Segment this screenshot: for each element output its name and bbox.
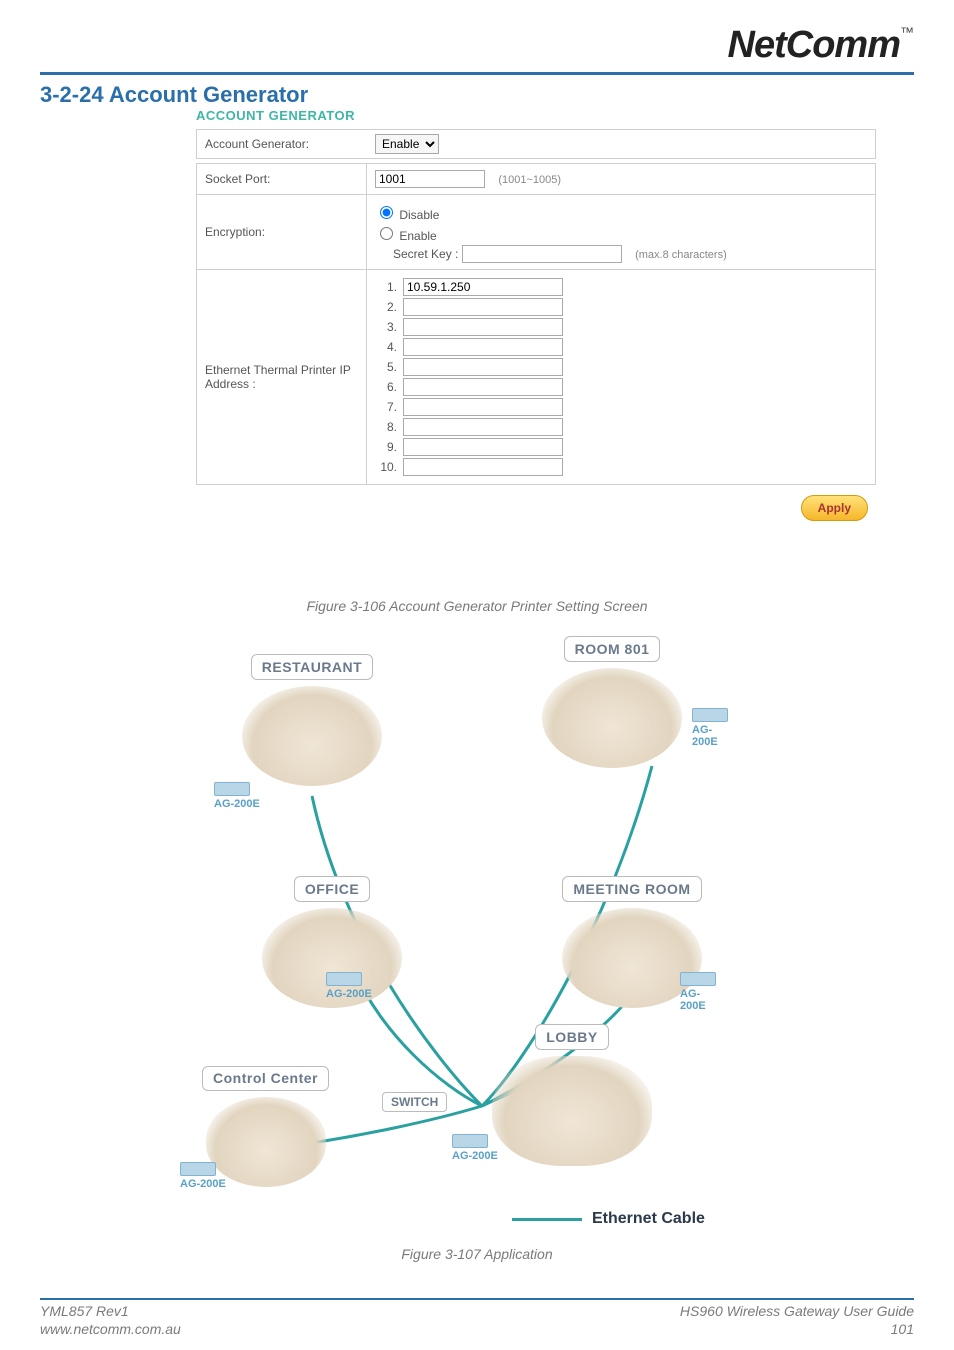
device-label: AG-200E	[180, 1178, 226, 1190]
device-box-icon	[214, 782, 250, 796]
encryption-enable-radio[interactable]	[380, 227, 393, 240]
application-illustration: RESTAURANT AG-200E ROOM 801 AG-200E OFFI…	[182, 636, 782, 1236]
ip-idx-5: 5.	[375, 360, 397, 374]
encryption-cell: Disable Enable Secret Key : (max.8 chara…	[367, 195, 876, 270]
ip-idx-4: 4.	[375, 340, 397, 354]
footer-rule	[40, 1298, 914, 1300]
ip-input-5[interactable]	[403, 358, 563, 376]
secret-key-hint: (max.8 characters)	[635, 249, 727, 261]
account-generator-select[interactable]: Enable	[375, 134, 439, 154]
ip-idx-1: 1.	[375, 280, 397, 294]
device-label: AG-200E	[692, 724, 718, 748]
device-box-icon	[680, 972, 716, 986]
legend-text: Ethernet Cable	[592, 1210, 705, 1228]
ip-input-7[interactable]	[403, 398, 563, 416]
ip-input-8[interactable]	[403, 418, 563, 436]
toggle-row: Account Generator: Enable	[196, 129, 876, 159]
top-rule	[40, 72, 914, 75]
zone-restaurant: RESTAURANT AG-200E	[242, 654, 382, 786]
device-room801: AG-200E	[692, 708, 728, 748]
zone-meeting: MEETING ROOM AG-200E	[562, 876, 702, 1008]
printer-ip-list: 1. 2. 3. 4. 5. 6. 7. 8. 9. 10.	[375, 278, 867, 476]
ip-input-2[interactable]	[403, 298, 563, 316]
device-label: AG-200E	[452, 1150, 498, 1162]
zone-room801: ROOM 801 AG-200E	[542, 636, 682, 768]
zone-room801-label: ROOM 801	[564, 636, 661, 662]
zone-lobby-label: LOBBY	[535, 1024, 609, 1050]
ip-idx-3: 3.	[375, 320, 397, 334]
zone-restaurant-label: RESTAURANT	[251, 654, 373, 680]
figure-caption-1: Figure 3-106 Account Generator Printer S…	[0, 598, 954, 614]
ip-input-10[interactable]	[403, 458, 563, 476]
secret-key-input[interactable]	[462, 245, 622, 263]
encryption-disable-radio[interactable]	[380, 206, 393, 219]
ip-idx-6: 6.	[375, 380, 397, 394]
legend-line-icon	[512, 1218, 582, 1221]
ip-input-6[interactable]	[403, 378, 563, 396]
printer-ip-cell: 1. 2. 3. 4. 5. 6. 7. 8. 9. 10.	[367, 270, 876, 485]
encryption-label: Encryption:	[197, 195, 367, 270]
encryption-disable-text: Disable	[399, 208, 439, 222]
footer-url: www.netcomm.com.au	[40, 1320, 181, 1338]
socket-port-input[interactable]	[375, 170, 485, 188]
section-heading: 3-2-24 Account Generator	[40, 82, 308, 108]
ip-input-3[interactable]	[403, 318, 563, 336]
apply-row: Apply	[196, 485, 876, 527]
ip-input-1[interactable]	[403, 278, 563, 296]
encryption-disable-option[interactable]: Disable	[375, 203, 867, 222]
footer-page-number: 101	[680, 1320, 914, 1338]
legend-row: Ethernet Cable	[512, 1210, 705, 1228]
zone-office-label: OFFICE	[294, 876, 370, 902]
secret-key-label: Secret Key :	[393, 247, 458, 261]
device-label: AG-200E	[214, 798, 260, 810]
ip-idx-8: 8.	[375, 420, 397, 434]
device-control: AG-200E	[180, 1162, 226, 1190]
device-office: AG-200E	[326, 972, 372, 1000]
device-box-icon	[692, 708, 728, 722]
ip-idx-2: 2.	[375, 300, 397, 314]
config-table: Socket Port: (1001~1005) Encryption: Dis…	[196, 163, 876, 485]
footer-rev: YML857 Rev1	[40, 1302, 181, 1320]
zone-control-label: Control Center	[202, 1066, 329, 1091]
ip-idx-9: 9.	[375, 440, 397, 454]
ip-idx-10: 10.	[375, 460, 397, 474]
zone-meeting-label: MEETING ROOM	[562, 876, 701, 902]
switch-label: SWITCH	[382, 1092, 447, 1112]
zone-lobby-scene	[492, 1056, 652, 1166]
toggle-label: Account Generator:	[205, 137, 375, 151]
device-meeting: AG-200E	[680, 972, 716, 1012]
encryption-enable-option[interactable]: Enable	[375, 224, 867, 243]
socket-port-label: Socket Port:	[197, 164, 367, 195]
zone-lobby: LOBBY AG-200E	[492, 1024, 652, 1166]
device-box-icon	[180, 1162, 216, 1176]
device-label: AG-200E	[326, 988, 372, 1000]
zone-office: OFFICE AG-200E	[262, 876, 402, 1008]
device-restaurant: AG-200E	[214, 782, 260, 810]
ip-input-9[interactable]	[403, 438, 563, 456]
device-lobby: AG-200E	[452, 1134, 498, 1162]
secret-key-row: Secret Key : (max.8 characters)	[393, 245, 867, 263]
device-label: AG-200E	[680, 988, 706, 1012]
ip-idx-7: 7.	[375, 400, 397, 414]
socket-port-cell: (1001~1005)	[367, 164, 876, 195]
encryption-enable-text: Enable	[399, 229, 436, 243]
ip-input-4[interactable]	[403, 338, 563, 356]
device-box-icon	[452, 1134, 488, 1148]
figure-caption-2: Figure 3-107 Application	[0, 1246, 954, 1262]
footer-doc-title: HS960 Wireless Gateway User Guide	[680, 1302, 914, 1320]
account-generator-panel: ACCOUNT GENERATOR Account Generator: Ena…	[196, 108, 876, 527]
brand-tm: ™	[900, 24, 914, 40]
panel-title: ACCOUNT GENERATOR	[196, 108, 876, 123]
apply-button[interactable]: Apply	[801, 495, 868, 521]
brand-logo: NetComm™	[728, 24, 914, 67]
footer-right: HS960 Wireless Gateway User Guide 101	[680, 1302, 914, 1338]
brand-name: NetComm	[728, 24, 900, 66]
footer-left: YML857 Rev1 www.netcomm.com.au	[40, 1302, 181, 1338]
socket-port-hint: (1001~1005)	[498, 174, 561, 186]
zone-room801-scene	[542, 668, 682, 768]
device-box-icon	[326, 972, 362, 986]
printer-ip-label: Ethernet Thermal Printer IP Address :	[197, 270, 367, 485]
zone-restaurant-scene	[242, 686, 382, 786]
zone-control-center: Control Center AG-200E	[202, 1066, 329, 1187]
